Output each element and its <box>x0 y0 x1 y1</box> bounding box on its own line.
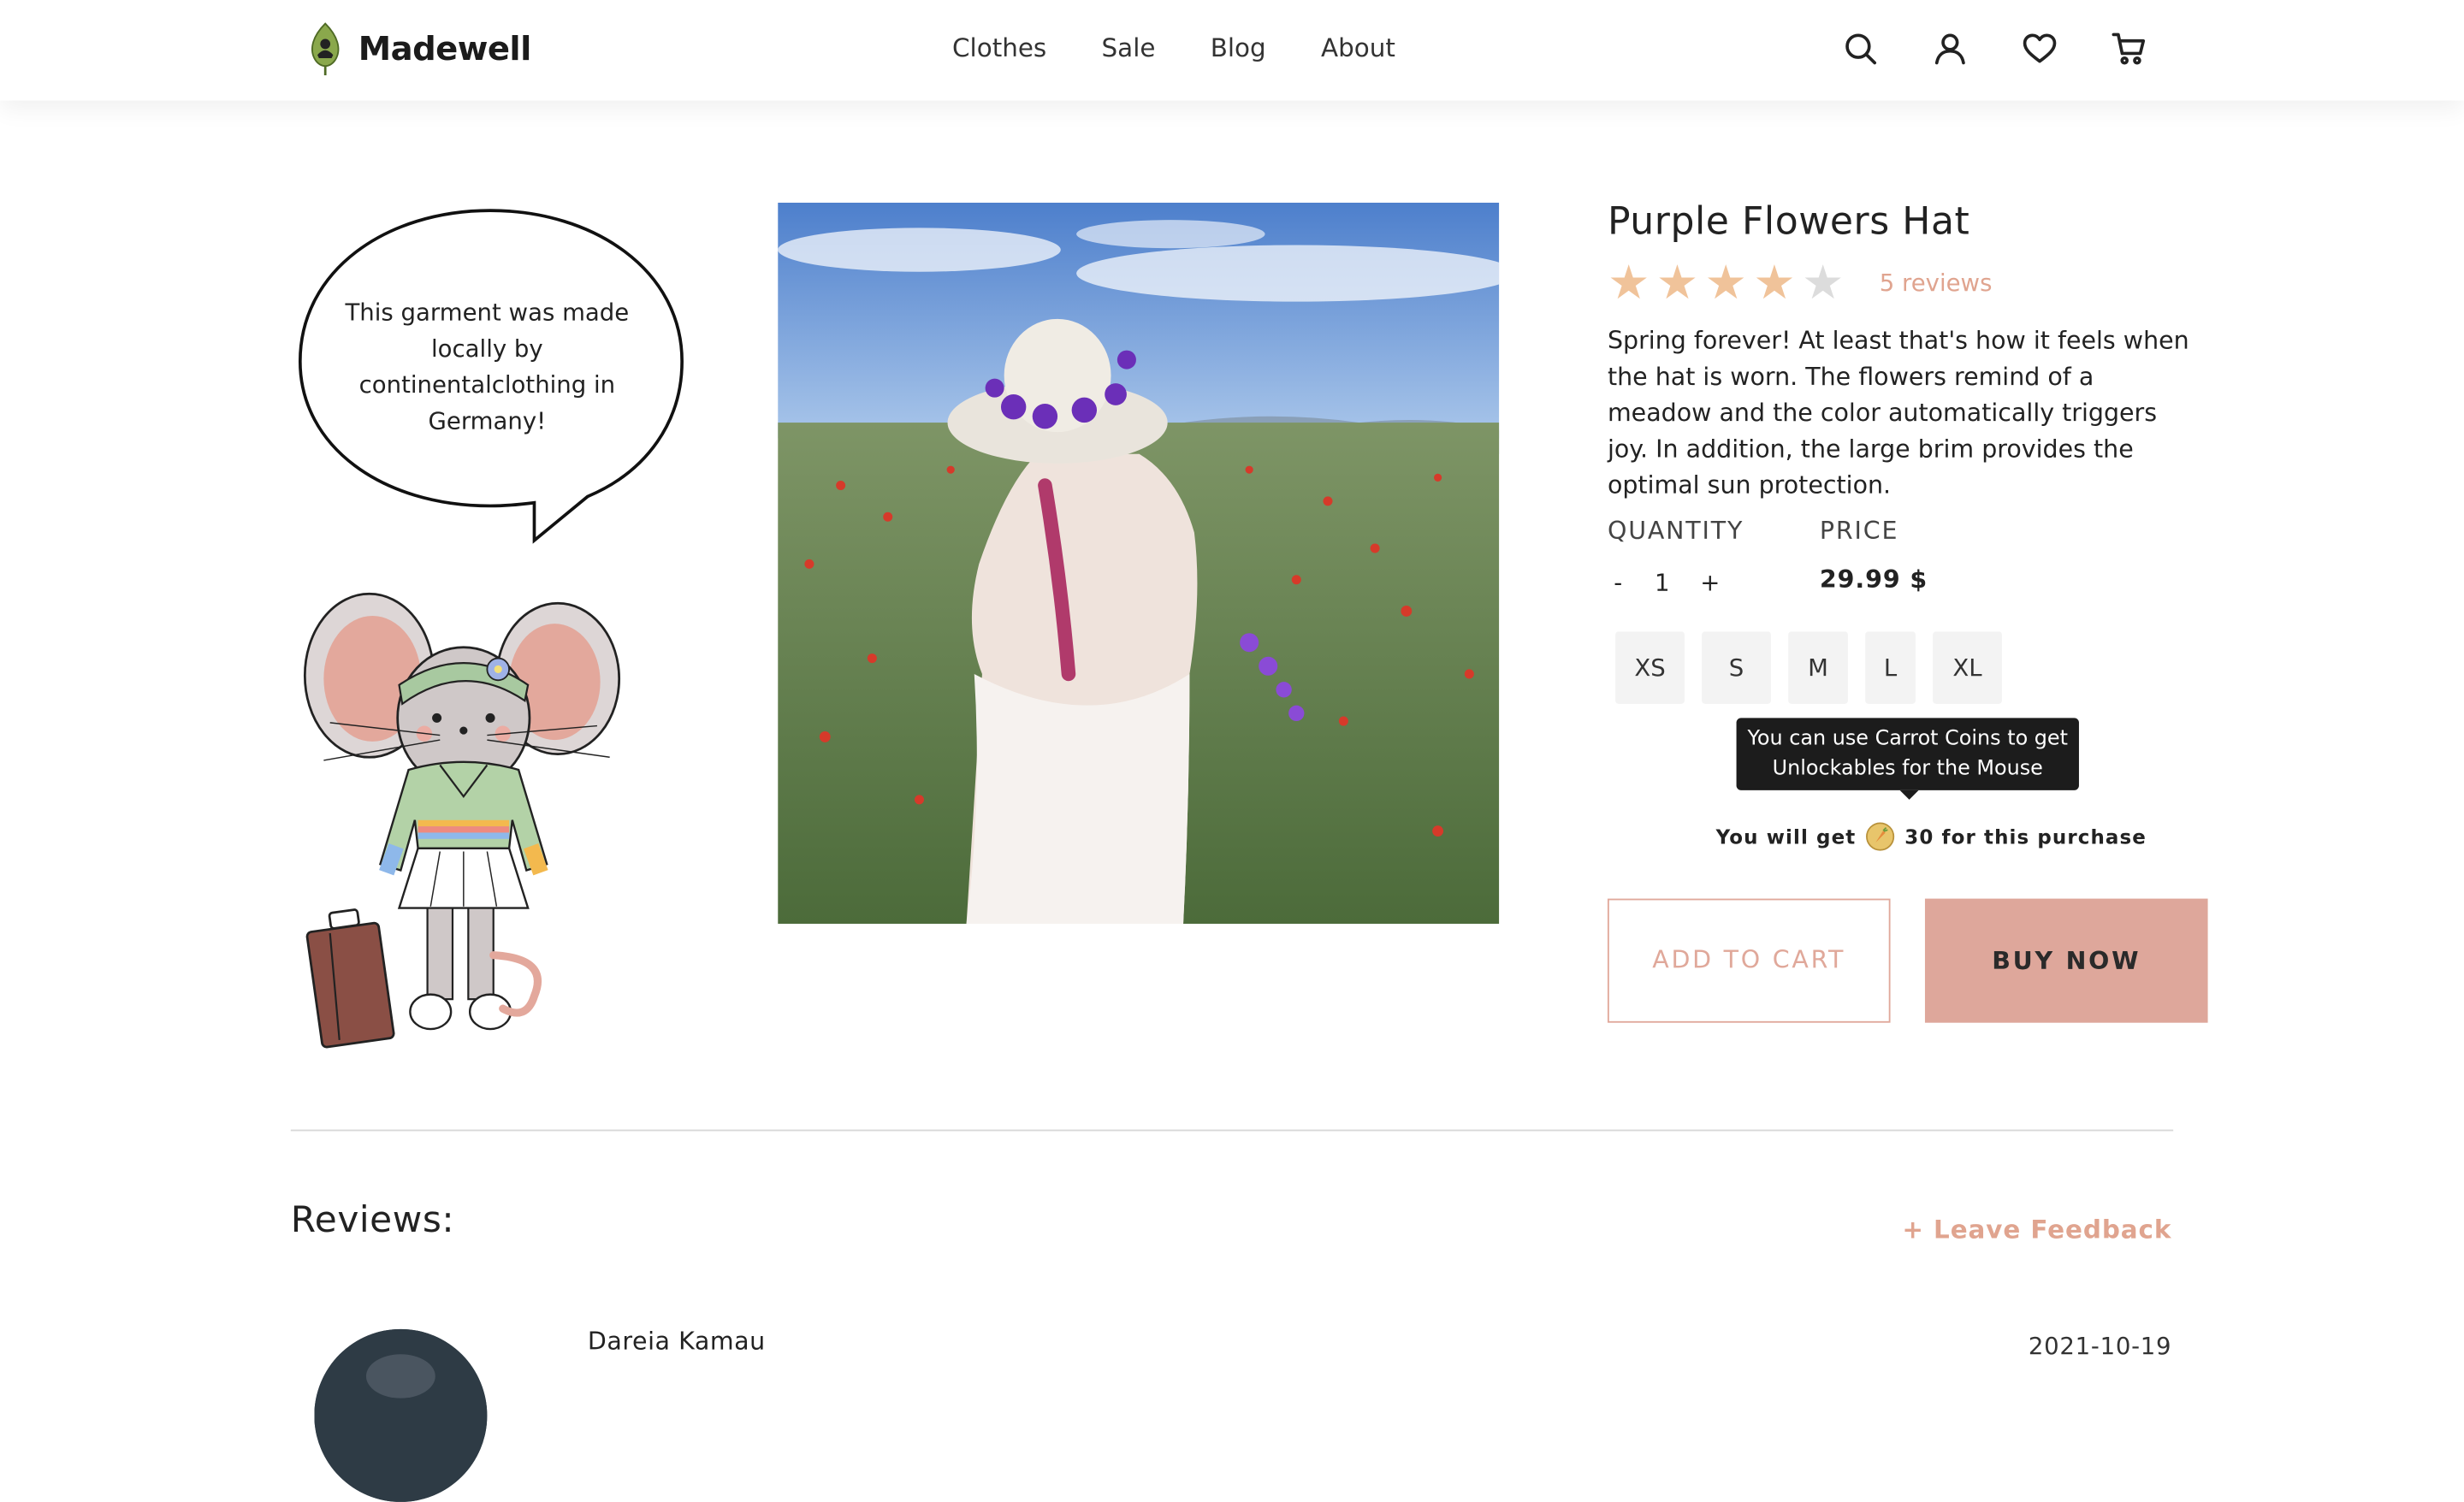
product-title: Purple Flowers Hat <box>1607 199 1970 244</box>
size-option-xl[interactable]: XL <box>1933 631 2002 704</box>
nav-item-clothes[interactable]: Clothes <box>952 33 1046 63</box>
speech-bubble-text: This garment was made locally by contine… <box>345 298 630 435</box>
star-filled-icon: ★ <box>1607 256 1650 311</box>
tooltip-text: You can use Carrot Coins to get Unlockab… <box>1747 727 2068 781</box>
leaf-logo-icon <box>311 22 340 76</box>
carrot-coins-tooltip: You can use Carrot Coins to get Unlockab… <box>1736 718 2079 790</box>
mouse-mascot-illustration <box>303 592 621 1049</box>
price-label: PRICE <box>1819 517 1899 546</box>
add-to-cart-button[interactable]: ADD TO CART <box>1607 898 1891 1023</box>
quantity-decrease-button[interactable]: - <box>1614 569 1622 597</box>
coins-prefix: You will get <box>1715 825 1857 849</box>
coins-reward-line: You will get 30 for this purchase <box>1716 822 2147 852</box>
buy-now-button[interactable]: BUY NOW <box>1924 898 2208 1023</box>
user-icon[interactable] <box>1931 30 1969 68</box>
main-nav: Clothes Sale Blog About <box>952 33 1395 63</box>
brand-logo[interactable]: Madewell <box>308 22 532 76</box>
product-description: Spring forever! At least that's how it f… <box>1607 327 2189 500</box>
star-rating: ★ ★ ★ ★ ★ <box>1607 256 1845 311</box>
nav-item-about[interactable]: About <box>1321 33 1395 63</box>
size-option-s[interactable]: S <box>1702 631 1771 704</box>
leave-feedback-button[interactable]: + Leave Feedback <box>1902 1215 2171 1245</box>
size-option-m[interactable]: M <box>1788 631 1848 704</box>
avatar-photo <box>314 1328 488 1502</box>
star-empty-icon: ★ <box>1802 256 1845 311</box>
quantity-label: QUANTITY <box>1607 517 1744 546</box>
header-actions <box>1842 30 2148 68</box>
star-filled-icon: ★ <box>1656 256 1699 311</box>
product-image[interactable] <box>778 202 1500 924</box>
reviewer-avatar <box>314 1328 488 1502</box>
search-icon[interactable] <box>1842 30 1880 68</box>
carrot-coin-icon[interactable] <box>1865 822 1895 852</box>
tooltip-arrow <box>1899 789 1919 800</box>
nav-item-sale[interactable]: Sale <box>1102 33 1156 63</box>
heart-icon[interactable] <box>2021 30 2058 68</box>
star-filled-icon: ★ <box>1704 256 1747 311</box>
price-value: 29.99 $ <box>1819 565 1928 594</box>
quantity-value[interactable]: 1 <box>1655 569 1670 597</box>
reviewer-name: Dareia Kamau <box>587 1328 766 1357</box>
size-option-l[interactable]: L <box>1865 631 1916 704</box>
brand-name: Madewell <box>358 29 532 68</box>
size-selector: XS S M L XL <box>1615 631 2002 704</box>
cart-icon[interactable] <box>2111 30 2148 68</box>
site-header: Madewell Clothes Sale Blog About <box>0 0 2464 101</box>
star-filled-icon: ★ <box>1753 256 1796 311</box>
section-divider <box>290 1129 2174 1132</box>
reviews-heading: Reviews: <box>290 1200 455 1241</box>
reviews-count-link[interactable]: 5 reviews <box>1880 269 1993 297</box>
coins-suffix: 30 for this purchase <box>1904 825 2147 849</box>
product-page: Madewell Clothes Sale Blog About This ga… <box>0 0 2464 1502</box>
nav-item-blog[interactable]: Blog <box>1211 33 1266 63</box>
size-option-xs[interactable]: XS <box>1615 631 1685 704</box>
quantity-increase-button[interactable]: + <box>1700 569 1720 597</box>
